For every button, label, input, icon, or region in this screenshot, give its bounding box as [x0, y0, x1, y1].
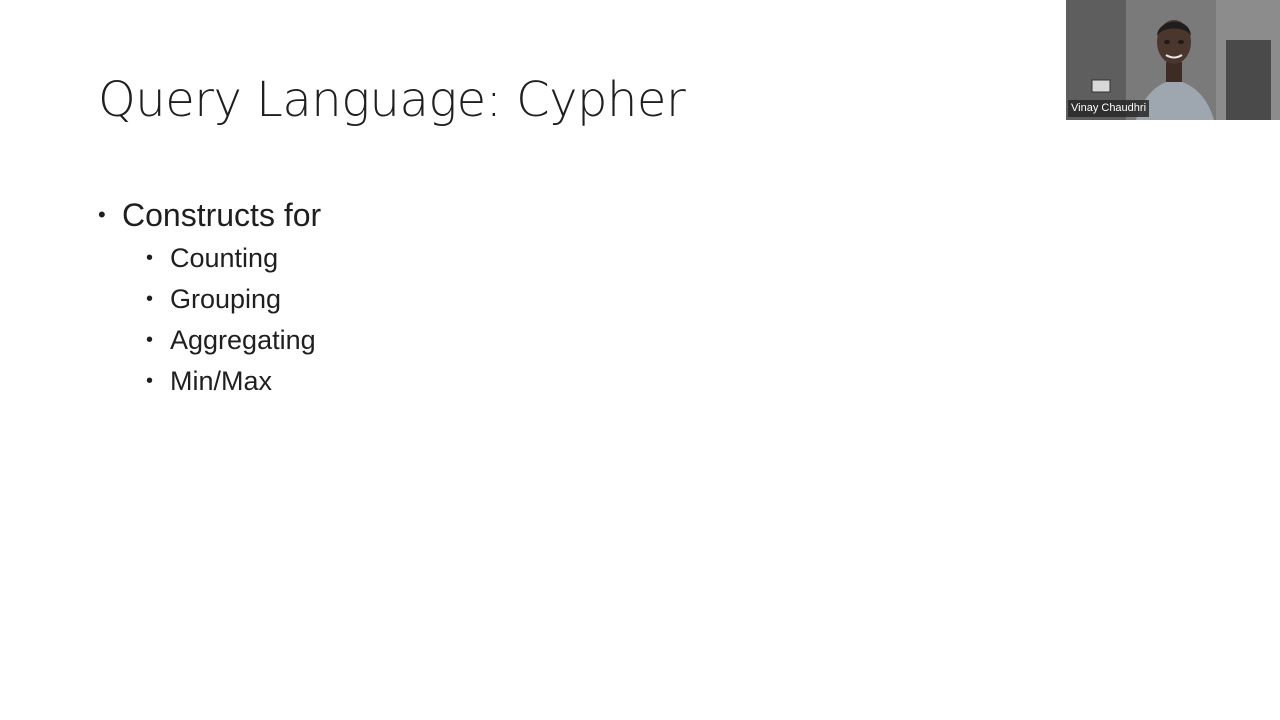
participant-name-label: Vinay Chaudhri — [1068, 100, 1150, 117]
sub-bullet-item: • Aggregating — [146, 320, 321, 361]
bullet-dot-icon: • — [146, 247, 154, 269]
bullet-dot-icon: • — [146, 370, 154, 392]
slide-title: Query Language: Cypher — [98, 72, 686, 128]
sub-bullet-list: • Counting • Grouping • Aggregating • Mi… — [122, 238, 321, 402]
bullet-dot-icon: • — [146, 288, 154, 310]
sub-bullet-item: • Grouping — [146, 279, 321, 320]
sub-bullet-label: Min/Max — [170, 366, 273, 396]
bullet-dot-icon: • — [146, 329, 154, 351]
sub-bullet-item: • Counting — [146, 238, 321, 279]
sub-bullet-item: • Min/Max — [146, 361, 321, 402]
bullet-item-constructs: • Constructs for • Counting • Grouping •… — [98, 192, 321, 402]
sub-bullet-label: Counting — [170, 243, 279, 273]
bullet-list: • Constructs for • Counting • Grouping •… — [98, 192, 321, 402]
bullet-label: Constructs for — [122, 197, 322, 233]
sub-bullet-label: Grouping — [170, 284, 282, 314]
presentation-slide: Query Language: Cypher • Constructs for … — [0, 0, 1280, 720]
participant-video-tile[interactable]: Vinay Chaudhri — [1066, 0, 1280, 120]
bullet-dot-icon: • — [98, 202, 106, 227]
sub-bullet-label: Aggregating — [170, 325, 316, 355]
